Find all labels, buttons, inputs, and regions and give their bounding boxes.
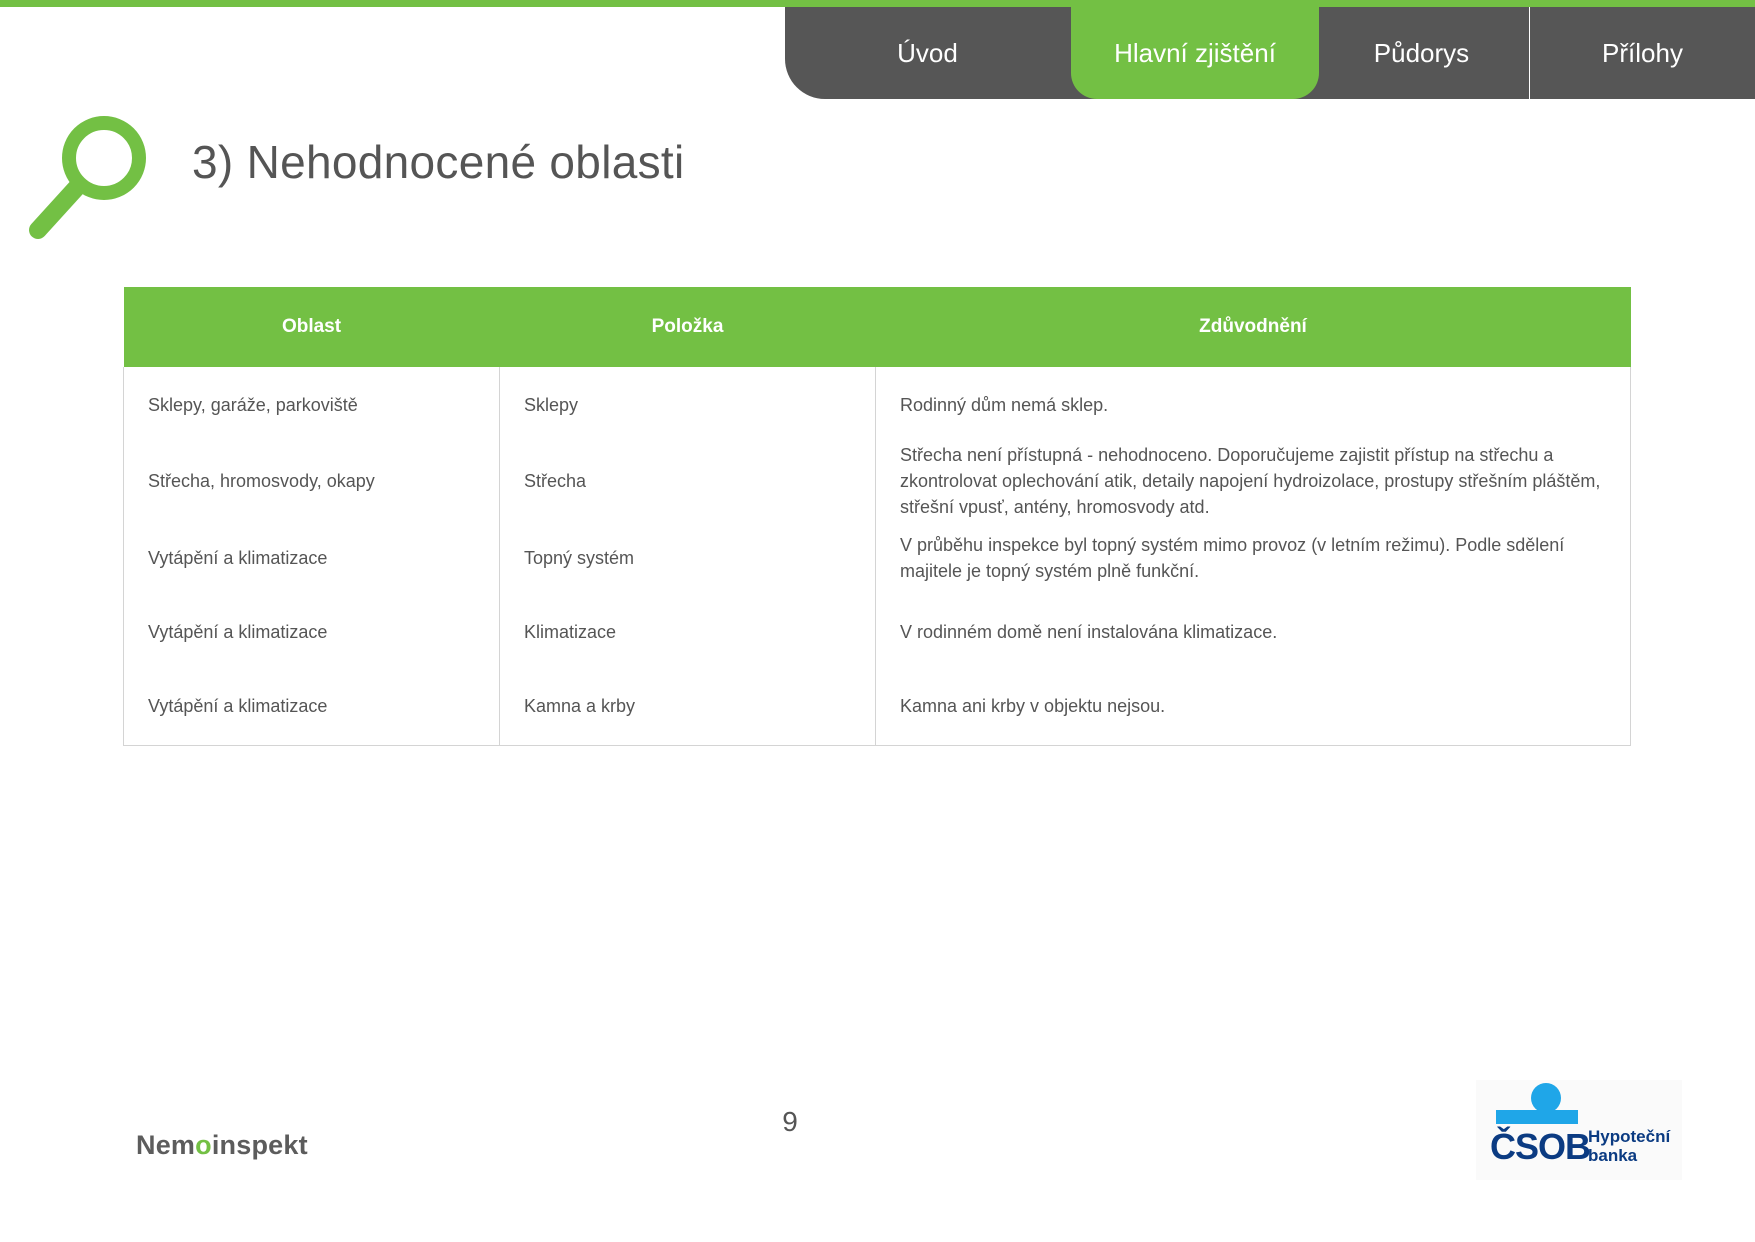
table-row: Sklepy, garáže, parkoviště Sklepy Rodinn… bbox=[123, 367, 1631, 442]
logo-text-part2: inspekt bbox=[211, 1130, 308, 1160]
cell-zduvodneni: Rodinný dům nemá sklep. bbox=[875, 367, 1631, 442]
nemoinspekt-logo: Nemoinspekt bbox=[136, 1130, 308, 1161]
cell-oblast: Střecha, hromosvody, okapy bbox=[123, 442, 500, 520]
cell-polozka: Střecha bbox=[499, 442, 876, 520]
cell-oblast: Vytápění a klimatizace bbox=[123, 520, 500, 596]
csob-subtitle-line1: Hypoteční bbox=[1588, 1127, 1671, 1146]
cell-zduvodneni: V rodinném domě není instalována klimati… bbox=[875, 596, 1631, 668]
cell-oblast: Vytápění a klimatizace bbox=[123, 668, 500, 746]
page-title: 3) Nehodnocené oblasti bbox=[192, 136, 685, 188]
unassessed-areas-table: Oblast Položka Zdůvodnění Sklepy, garáže… bbox=[123, 287, 1631, 746]
cell-polozka: Topný systém bbox=[499, 520, 876, 596]
cell-polozka: Klimatizace bbox=[499, 596, 876, 668]
header-zduvodneni: Zdůvodnění bbox=[875, 287, 1631, 367]
csob-emblem-icon bbox=[1496, 1083, 1578, 1124]
table-row: Vytápění a klimatizace Topný systém V pr… bbox=[123, 520, 1631, 596]
cell-zduvodneni: Střecha není přístupná - nehodnoceno. Do… bbox=[875, 442, 1631, 520]
logo-text-part1: Nem bbox=[136, 1130, 196, 1160]
search-icon bbox=[29, 116, 146, 239]
page-number: 9 bbox=[782, 1106, 798, 1137]
csob-subtitle: Hypoteční banka bbox=[1588, 1127, 1670, 1165]
top-navigation: Úvod Hlavní zjištění Půdorys Přílohy bbox=[785, 7, 1755, 99]
table-header-row: Oblast Položka Zdůvodnění bbox=[123, 287, 1631, 367]
table-row: Vytápění a klimatizace Kamna a krby Kamn… bbox=[123, 668, 1631, 746]
tab-uvod[interactable]: Úvod bbox=[785, 7, 1070, 99]
csob-subtitle-line2: banka bbox=[1588, 1146, 1638, 1165]
header-oblast: Oblast bbox=[123, 287, 500, 367]
cell-oblast: Sklepy, garáže, parkoviště bbox=[123, 367, 500, 442]
csob-wordmark: ČSOB bbox=[1490, 1126, 1591, 1167]
cell-polozka: Sklepy bbox=[499, 367, 876, 442]
table-row: Vytápění a klimatizace Klimatizace V rod… bbox=[123, 596, 1631, 668]
cell-zduvodneni: V průběhu inspekce byl topný systém mimo… bbox=[875, 520, 1631, 596]
header-polozka: Položka bbox=[499, 287, 876, 367]
top-accent-line bbox=[0, 0, 1755, 7]
cell-zduvodneni: Kamna ani krby v objektu nejsou. bbox=[875, 668, 1631, 746]
csob-hypotecni-banka-logo: ČSOB Hypoteční banka bbox=[1476, 1080, 1682, 1180]
tab-pudorys[interactable]: Půdorys bbox=[1319, 7, 1524, 99]
tab-hlavni-zjisteni[interactable]: Hlavní zjištění bbox=[1071, 7, 1319, 99]
tab-prilohy[interactable]: Přílohy bbox=[1530, 7, 1755, 99]
cell-oblast: Vytápění a klimatizace bbox=[123, 596, 500, 668]
cell-polozka: Kamna a krby bbox=[499, 668, 876, 746]
table-row: Střecha, hromosvody, okapy Střecha Střec… bbox=[123, 442, 1631, 520]
logo-text-accent: o bbox=[195, 1130, 212, 1160]
